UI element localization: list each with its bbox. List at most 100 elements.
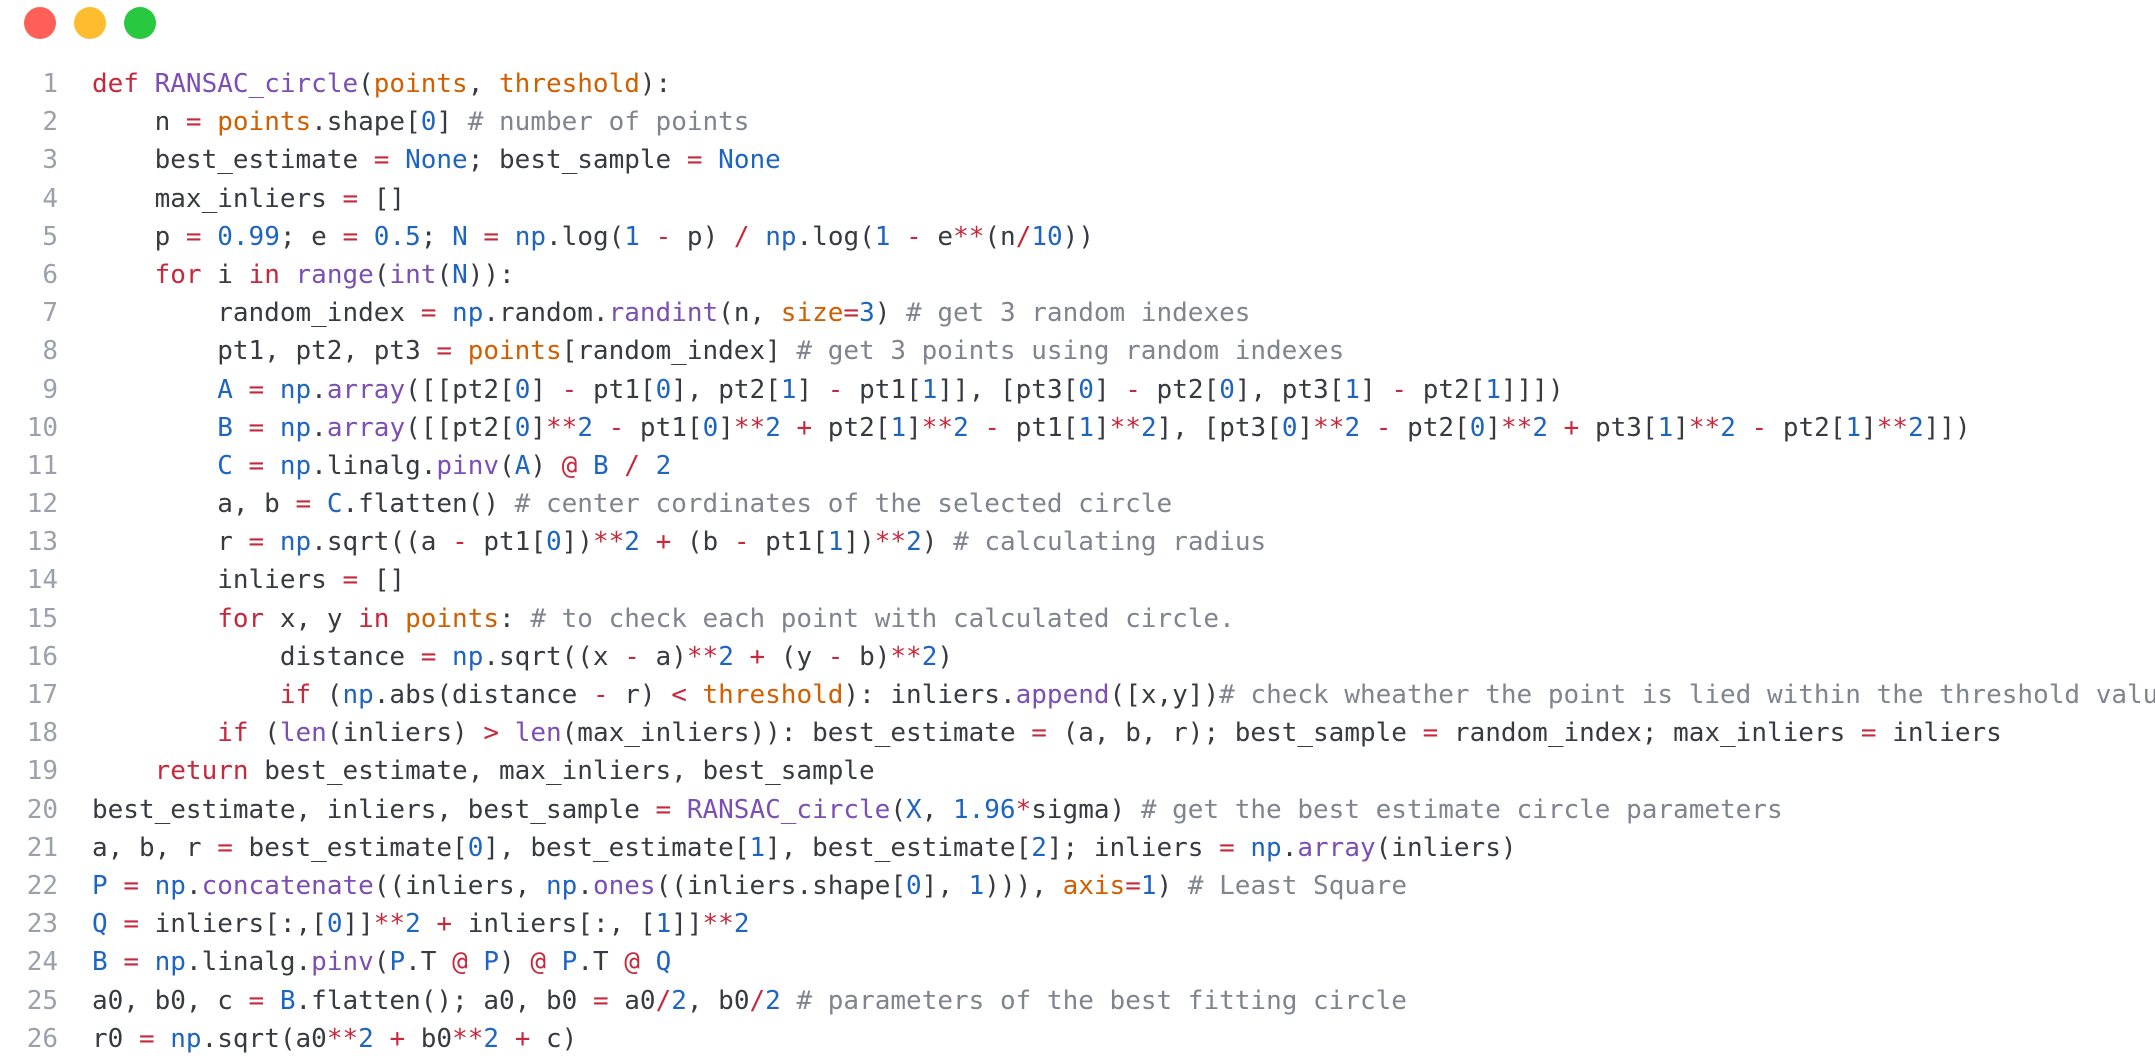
- token-operator: @: [624, 947, 640, 978]
- token-identifier: np: [765, 221, 797, 252]
- token-operator: **: [326, 1023, 359, 1054]
- token-code-text: pt2[: [1140, 374, 1220, 405]
- token-parameter: points: [217, 107, 312, 138]
- token-code-text: e: [921, 221, 954, 252]
- line-number: 5: [42, 221, 58, 252]
- token-comment: # number of points: [467, 107, 750, 138]
- token-code-text: best_estimate, inliers, best_sample: [92, 794, 656, 825]
- token-number: 2: [655, 450, 672, 481]
- token-code-text: .abs(distance: [373, 680, 593, 710]
- token-parameter: axis: [1062, 870, 1126, 901]
- token-operator: -: [608, 412, 625, 443]
- token-code-text: [92, 413, 217, 443]
- token-operator: =: [655, 794, 672, 825]
- token-identifier: P: [389, 947, 406, 978]
- token-code-text: ; e: [279, 221, 343, 252]
- token-operator: =: [686, 145, 703, 176]
- maximize-icon[interactable]: [124, 7, 156, 39]
- token-code-text: [280, 260, 296, 290]
- token-operator: =: [342, 183, 359, 214]
- token-operator: @: [561, 450, 578, 481]
- token-code-text: [609, 451, 625, 481]
- code-editor[interactable]: 1 def RANSAC_circle(points, threshold): 2 …: [0, 65, 2155, 1058]
- line-source: for x, y in points: # to check each poin…: [92, 604, 1235, 634]
- token-code-text: (max_inliers)): best_estimate: [561, 718, 1032, 749]
- token-operator: =: [420, 641, 437, 672]
- token-number: 1: [780, 374, 797, 405]
- token-number: 2: [953, 412, 969, 443]
- token-code-text: ((inliers,: [373, 870, 546, 901]
- token-function-name: RANSAC_circle: [686, 794, 891, 825]
- line-source: best_estimate, inliers, best_sample = RA…: [92, 795, 1783, 825]
- token-code-text: [202, 107, 218, 137]
- token-code-text: [264, 986, 280, 1016]
- line-number: 11: [26, 450, 58, 481]
- token-code-text: .sqrt((a: [311, 527, 453, 558]
- token-code-text: [499, 718, 515, 748]
- token-code-text: [468, 222, 484, 252]
- token-code-text: .linalg.: [311, 450, 437, 481]
- line-source: max_inliers = []: [92, 184, 405, 214]
- token-comment: # Least Square: [1187, 870, 1407, 901]
- line-number: 6: [42, 259, 58, 290]
- token-code-text: (: [890, 794, 906, 825]
- token-identifier: np: [514, 221, 547, 252]
- token-number: 1.96: [952, 794, 1016, 825]
- token-code-text: ]: [1093, 374, 1126, 405]
- token-code-text: .linalg.: [185, 947, 312, 978]
- token-code-text: .random.: [483, 298, 609, 329]
- token-code-text: ]; inliers: [1046, 832, 1220, 863]
- line-number: 18: [26, 718, 58, 749]
- token-operator: +: [436, 909, 453, 940]
- token-identifier: B: [592, 450, 609, 481]
- token-code-text: best_estimate, max_inliers, best_sample: [248, 756, 875, 787]
- token-code-text: ]]): [1923, 412, 1971, 443]
- token-operator: =: [1219, 832, 1235, 863]
- token-operator: =: [592, 985, 609, 1016]
- token-code-text: [155, 1024, 171, 1054]
- token-code-text: [671, 795, 687, 825]
- code-line: 3 best_estimate = None; best_sample = No…: [0, 141, 2155, 179]
- line-source: C = np.linalg.pinv(A) @ B / 2: [92, 451, 671, 481]
- token-parameter: points: [405, 603, 500, 634]
- token-operator: -: [984, 412, 1001, 443]
- token-code-text: p: [92, 221, 186, 252]
- token-code-text: [734, 642, 750, 672]
- token-number: 0: [420, 107, 437, 138]
- token-operator: **: [890, 641, 922, 672]
- token-function-name: concatenate: [201, 870, 374, 901]
- token-parameter: threshold: [499, 69, 640, 99]
- token-identifier: B: [217, 412, 233, 443]
- line-number: 19: [26, 756, 58, 787]
- token-code-text: :: [499, 603, 531, 634]
- token-code-text: (: [499, 450, 515, 481]
- close-icon[interactable]: [24, 7, 56, 39]
- minimize-icon[interactable]: [74, 7, 106, 39]
- token-operator: @: [452, 947, 468, 978]
- token-code-text: (: [373, 259, 390, 290]
- token-operator: +: [389, 1023, 406, 1054]
- code-line: 21 a, b, r = best_estimate[0], best_estim…: [0, 829, 2155, 867]
- token-operator: +: [1563, 412, 1580, 443]
- window-controls: [24, 6, 156, 40]
- token-code-text: .T: [405, 947, 453, 978]
- token-code-text: ], [pt3[: [1156, 412, 1282, 443]
- code-line: 14 inliers = []: [0, 561, 2155, 599]
- token-number: 1: [1344, 374, 1361, 405]
- token-code-text: [92, 718, 217, 748]
- token-function-name: array: [326, 412, 406, 443]
- token-code-text: [233, 451, 249, 481]
- code-line: 5 p = 0.99; e = 0.5; N = np.log(1 - p) /…: [0, 218, 2155, 256]
- token-keyword: return: [154, 756, 249, 787]
- token-function-name: randint: [608, 298, 719, 329]
- token-number: 2: [921, 641, 938, 672]
- token-operator: **: [686, 641, 719, 672]
- token-number: 2: [733, 909, 750, 940]
- token-number: 1: [749, 832, 766, 863]
- code-line: 6 for i in range(int(N)):: [0, 256, 2155, 294]
- token-code-text: ,: [921, 794, 953, 825]
- token-operator: **: [921, 412, 954, 443]
- line-source: a0, b0, c = B.flatten(); a0, b0 = a0/2, …: [92, 986, 1407, 1016]
- line-number: 10: [26, 412, 58, 443]
- token-operator: -: [827, 641, 844, 672]
